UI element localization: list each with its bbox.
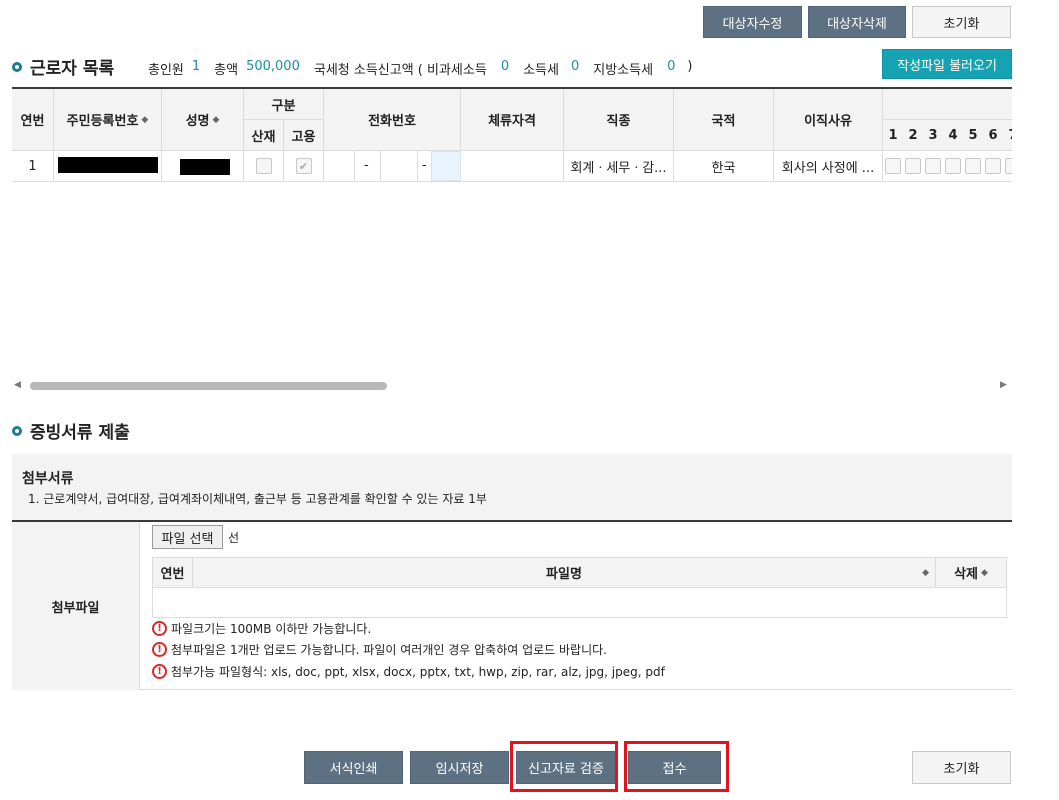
col-goyong-header: 고용 [284, 120, 324, 151]
file-col-name[interactable]: 파일명 ◆ [193, 558, 936, 588]
row-phone: - - [324, 151, 461, 182]
month-6-checkbox-cell [983, 151, 1003, 182]
month-4-checkbox-cell [943, 151, 963, 182]
col-visa-header: 체류자격 [461, 89, 564, 151]
load-file-button[interactable]: 작성파일 불러오기 [882, 49, 1012, 79]
temp-save-button[interactable]: 임시저장 [410, 751, 509, 784]
docs-title: 첨부서류 [22, 471, 74, 487]
col-no-header: 연번 [12, 89, 54, 151]
reset-top-button[interactable]: 초기화 [912, 6, 1011, 38]
col-month-6: 6 [983, 120, 1003, 151]
month-5-checkbox-cell [963, 151, 983, 182]
file-col-no: 연번 [153, 558, 193, 588]
col-name-header[interactable]: 성명 ◆ [162, 89, 244, 151]
col-month-4: 4 [943, 120, 963, 151]
highlight-submit [624, 741, 729, 792]
bullet-icon [12, 425, 22, 436]
row-goyong-cell: ✔ [284, 151, 324, 182]
bullet-icon [12, 61, 22, 72]
col-rrn-header[interactable]: 주민등록번호 ◆ [54, 89, 162, 151]
file-status-text: 선 [228, 531, 240, 545]
print-form-button[interactable]: 서식인쇄 [304, 751, 403, 784]
month-7-checkbox-cell [1003, 151, 1012, 182]
row-job[interactable]: 회계ㆍ세무ㆍ감... [564, 151, 674, 182]
col-reason-header: 이직사유 [774, 89, 883, 151]
notice-size: ! 파일크기는 100MB 이하만 가능합니다. [152, 620, 371, 637]
required-docs-box: 첨부서류 1. 근로계약서, 급여대장, 급여계좌이체내역, 출근부 등 고용관… [12, 454, 1012, 520]
notice-format: ! 첨부가능 파일형식: xls, doc, ppt, xlsx, docx, … [152, 663, 665, 680]
row-visa[interactable] [461, 151, 564, 182]
file-select-button[interactable]: 파일 선택 [152, 525, 223, 549]
row-name-redacted [162, 151, 244, 182]
col-phone-header: 전화번호 [324, 89, 461, 151]
month-7-checkbox[interactable] [1005, 158, 1012, 174]
sort-icon[interactable]: ◆ [141, 115, 148, 125]
sanjae-checkbox[interactable] [255, 158, 272, 174]
worker-table: 연번 주민등록번호 ◆ 성명 ◆ 구분 산재 고용 전화번호 체류자격 직종 국적 … [12, 87, 1012, 182]
file-table: 연번 파일명 ◆ 삭제 ◆ [152, 557, 1007, 618]
sort-icon[interactable]: ◆ [981, 568, 988, 578]
row-nationality[interactable]: 한국 [674, 151, 774, 182]
notice-count: ! 첨부파일은 1개만 업로드 가능합니다. 파일이 여러개인 경우 압축하여 … [152, 641, 607, 658]
month-2-checkbox-cell [903, 151, 923, 182]
month-4-checkbox[interactable] [945, 158, 961, 174]
month-2-checkbox[interactable] [905, 158, 921, 174]
row-sanjae-cell [244, 151, 284, 182]
attach-label: 첨부파일 [12, 522, 140, 690]
row-no: 1 [12, 151, 54, 182]
worker-list-title: 근로자 목록 [12, 54, 114, 79]
warning-icon: ! [152, 642, 167, 657]
attach-panel: 첨부파일 파일 선택 선 연번 파일명 ◆ 삭제 ◆ ! 파일크기는 100MB 이… [12, 522, 1012, 690]
col-sanjae-header: 산재 [244, 120, 284, 151]
delete-target-button[interactable]: 대상자삭제 [808, 6, 906, 38]
sort-icon[interactable]: ◆ [213, 115, 220, 125]
col-nationality-header: 국적 [674, 89, 774, 151]
scroll-left-icon[interactable]: ◀ [14, 380, 21, 390]
col-month-2: 2 [903, 120, 923, 151]
reset-bottom-button[interactable]: 초기화 [912, 751, 1011, 784]
month-5-checkbox[interactable] [965, 158, 981, 174]
month-6-checkbox[interactable] [985, 158, 1001, 174]
docs-item: 1. 근로계약서, 급여대장, 급여계좌이체내역, 출근부 등 고용관계를 확인… [28, 492, 487, 506]
worker-summary: 총인원 1 총액 500,000 국세청 소득신고액 ( 비과세소득 0 소득세… [148, 59, 693, 78]
scroll-right-icon[interactable]: ▶ [1000, 380, 1007, 390]
month-1-checkbox-cell [883, 151, 903, 182]
col-division-header: 구분 [244, 89, 324, 120]
warning-icon: ! [152, 664, 167, 679]
phone-input[interactable] [431, 151, 461, 181]
scroll-thumb[interactable] [30, 382, 387, 390]
col-months-header [883, 89, 1012, 120]
horizontal-scrollbar[interactable]: ◀ ▶ [12, 380, 1012, 392]
col-month-7: 7 [1003, 120, 1012, 151]
row-rrn-redacted [54, 151, 162, 182]
goyong-checkbox[interactable]: ✔ [295, 158, 312, 174]
col-month-5: 5 [963, 120, 983, 151]
evidence-title: 증빙서류 제출 [12, 418, 130, 443]
month-3-checkbox-cell [923, 151, 943, 182]
col-month-1: 1 [883, 120, 903, 151]
col-month-3: 3 [923, 120, 943, 151]
month-3-checkbox[interactable] [925, 158, 941, 174]
sort-icon[interactable]: ◆ [922, 568, 929, 578]
row-reason[interactable]: 회사의 사정에 ... [774, 151, 883, 182]
col-job-header: 직종 [564, 89, 674, 151]
warning-icon: ! [152, 621, 167, 636]
edit-target-button[interactable]: 대상자수정 [703, 6, 802, 38]
file-col-delete[interactable]: 삭제 ◆ [936, 558, 1006, 588]
highlight-verify [510, 741, 618, 792]
month-1-checkbox[interactable] [885, 158, 901, 174]
